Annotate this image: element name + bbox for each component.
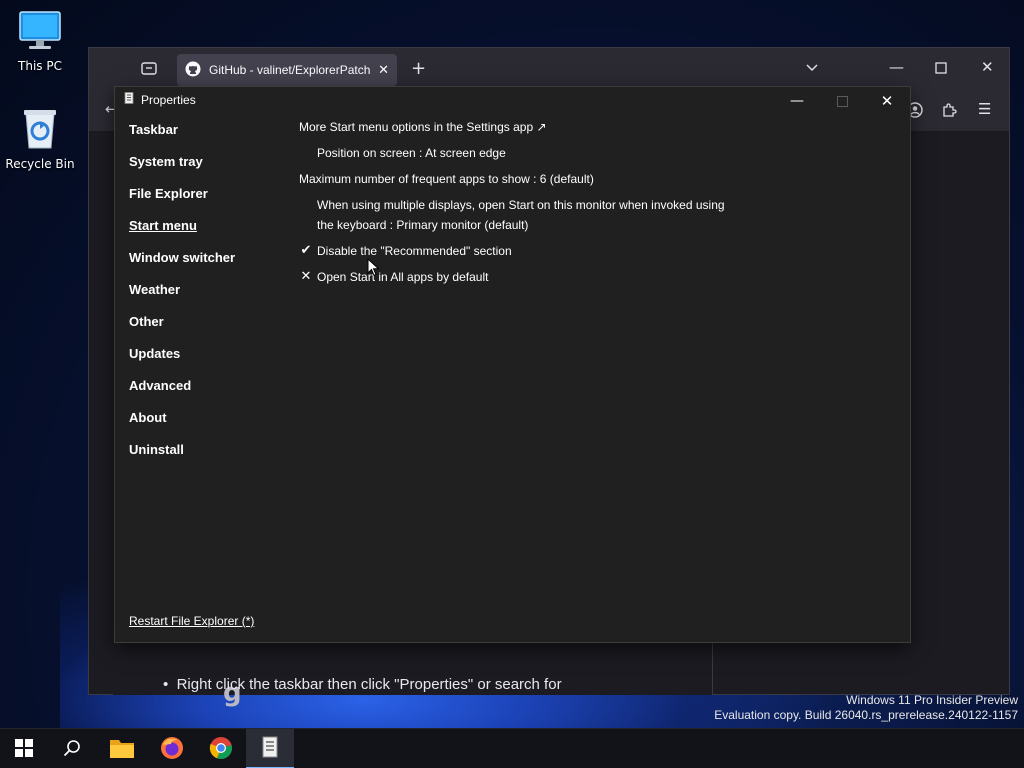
close-tab-icon[interactable]: ✕ <box>378 62 389 78</box>
properties-window: Properties — ✕ Taskbar System tray File … <box>114 86 911 643</box>
desktop-icon-label: Recycle Bin <box>5 157 75 171</box>
extensions-icon[interactable] <box>941 102 957 122</box>
desktop-icon-this-pc[interactable]: This PC <box>0 10 80 73</box>
taskbar-file-explorer[interactable] <box>98 729 146 768</box>
taskbar-chrome[interactable] <box>197 729 245 768</box>
checkmark-icon: ✔ <box>300 243 312 258</box>
firefox-icon <box>160 736 184 763</box>
recycle-bin-icon <box>0 106 80 153</box>
windows-watermark: Windows 11 Pro Insider Preview Evaluatio… <box>714 693 1018 723</box>
sidebar-item-weather[interactable]: Weather <box>129 282 180 297</box>
more-start-options-link[interactable]: More Start menu options in the Settings … <box>299 117 547 137</box>
properties-app-icon <box>261 736 279 761</box>
chrome-icon <box>209 736 233 763</box>
browser-maximize-button[interactable] <box>935 60 947 78</box>
browser-close-button[interactable]: ✕ <box>981 58 994 76</box>
watermark-line-2: Evaluation copy. Build 26040.rs_prerelea… <box>714 708 1018 722</box>
computer-icon <box>0 10 80 55</box>
desktop-icon-recycle-bin[interactable]: Recycle Bin <box>0 106 80 171</box>
sidebar-item-uninstall[interactable]: Uninstall <box>129 442 184 457</box>
file-explorer-icon <box>109 737 135 762</box>
sidebar-item-updates[interactable]: Updates <box>129 346 180 361</box>
taskbar <box>0 728 1024 768</box>
max-frequent-apps-option[interactable]: Maximum number of frequent apps to show … <box>299 169 594 189</box>
properties-titlebar: Properties <box>123 92 196 107</box>
page-bullet-label: Right click the taskbar then click "Prop… <box>176 676 562 693</box>
sidebar-item-window-switcher[interactable]: Window switcher <box>129 250 235 265</box>
taskbar-properties-app[interactable] <box>246 729 294 768</box>
menu-icon[interactable]: ☰ <box>978 100 991 118</box>
tab-list-icon[interactable] <box>141 60 157 80</box>
taskbar-firefox[interactable] <box>148 729 196 768</box>
browser-minimize-button[interactable]: — <box>889 58 904 76</box>
desktop-icon-label: This PC <box>18 59 62 73</box>
properties-app-icon <box>123 92 135 107</box>
sidebar-item-start-menu[interactable]: Start menu <box>129 218 197 233</box>
properties-close-button[interactable]: ✕ <box>864 87 910 115</box>
cross-mark-icon: ✕ <box>300 269 312 284</box>
mouse-cursor-icon <box>367 257 380 280</box>
github-icon <box>185 61 201 80</box>
browser-tab-github[interactable]: GitHub - valinet/ExplorerPatcher ✕ <box>177 54 397 86</box>
chevron-down-icon[interactable] <box>805 60 819 78</box>
start-button[interactable] <box>0 729 48 768</box>
search-icon <box>63 739 81 760</box>
sidebar-item-other[interactable]: Other <box>129 314 164 329</box>
properties-maximize-button[interactable] <box>819 87 865 115</box>
properties-minimize-button[interactable]: — <box>774 87 820 115</box>
start-icon <box>15 738 33 760</box>
page-bullet-text: • Right click the taskbar then click "Pr… <box>163 676 562 693</box>
search-button[interactable] <box>48 729 96 768</box>
sidebar-item-advanced[interactable]: Advanced <box>129 378 191 393</box>
multi-display-option-line-2[interactable]: the keyboard : Primary monitor (default) <box>317 215 528 235</box>
tab-title: GitHub - valinet/ExplorerPatcher <box>209 63 371 77</box>
sidebar-item-taskbar[interactable]: Taskbar <box>129 122 178 137</box>
sidebar-item-file-explorer[interactable]: File Explorer <box>129 186 208 201</box>
properties-title: Properties <box>141 92 196 107</box>
sidebar-item-system-tray[interactable]: System tray <box>129 154 203 169</box>
sidebar-item-about[interactable]: About <box>129 410 167 425</box>
multi-display-option-line-1[interactable]: When using multiple displays, open Start… <box>317 195 725 215</box>
open-all-apps-option[interactable]: Open Start in All apps by default <box>317 267 488 287</box>
disable-recommended-option[interactable]: Disable the "Recommended" section <box>317 241 512 261</box>
position-on-screen-option[interactable]: Position on screen : At screen edge <box>317 143 506 163</box>
new-tab-button[interactable]: + <box>411 58 426 79</box>
restart-file-explorer-link[interactable]: Restart File Explorer (*) <box>129 614 254 628</box>
browser-tab-bar: GitHub - valinet/ExplorerPatcher ✕ + — ✕ <box>89 48 1009 90</box>
watermark-line-1: Windows 11 Pro Insider Preview <box>846 693 1018 707</box>
